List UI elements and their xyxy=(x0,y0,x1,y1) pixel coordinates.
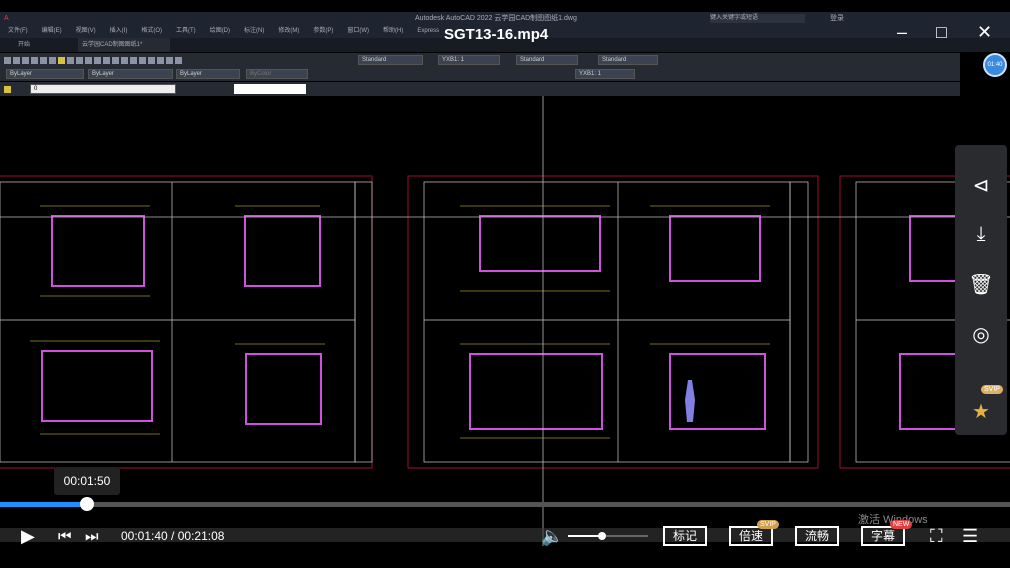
menu-item[interactable]: 工具(T) xyxy=(176,28,196,34)
menu-item[interactable]: 视图(V) xyxy=(76,28,96,34)
menu-item[interactable]: 编辑(E) xyxy=(42,28,62,34)
text-style-select[interactable]: Standard xyxy=(358,55,423,65)
table-style-select[interactable]: Standard xyxy=(598,55,658,65)
tool-icon[interactable] xyxy=(157,56,164,64)
maximize-button[interactable]: □ xyxy=(936,22,947,43)
side-panel: ⊲ ⤓ 🗑 ◎ SVIP ★ xyxy=(955,145,1007,435)
tab-start[interactable]: 开始 xyxy=(18,42,30,48)
menu-item[interactable]: 格式(O) xyxy=(141,28,162,34)
playlist-icon[interactable]: ☰ xyxy=(962,526,978,547)
toolbar-row-2: ByLayer ByLayer ByLayer ByColor YXB1: 1 xyxy=(0,67,960,81)
autocad-title: Autodesk AutoCAD 2022 云学园CAD制图图纸1.dwg xyxy=(415,15,577,22)
layer-select[interactable]: 0 xyxy=(30,84,176,94)
tool-icon[interactable] xyxy=(22,56,29,64)
tool-icon[interactable] xyxy=(58,56,65,64)
video-title: SGT13-16.mp4 xyxy=(444,26,549,43)
tool-icon[interactable] xyxy=(166,56,173,64)
tool-icon[interactable] xyxy=(76,56,83,64)
total-time: 00:21:08 xyxy=(177,529,225,543)
menu-item[interactable]: 修改(M) xyxy=(278,28,299,34)
layer-filter-input[interactable] xyxy=(234,84,306,94)
sheet-2 xyxy=(407,175,819,469)
volume-icon[interactable]: 🔈 xyxy=(541,526,563,547)
menu-item[interactable]: 窗口(W) xyxy=(347,28,369,34)
menu-item[interactable]: 插入(I) xyxy=(110,28,128,34)
time-display: 00:01:40 / 00:21:08 xyxy=(121,529,225,543)
progress-thumb[interactable] xyxy=(80,497,94,511)
speed-svip-badge: SVIP xyxy=(757,520,779,529)
acad-login[interactable]: 登录 xyxy=(830,12,844,25)
tool-icon[interactable] xyxy=(4,56,11,64)
subtitle-new-badge: NEW xyxy=(890,520,913,529)
fullscreen-icon[interactable]: ⛶ xyxy=(930,526,943,547)
menu-item[interactable]: 标注(N) xyxy=(244,28,264,34)
timer-badge: 01:40 xyxy=(983,53,1007,77)
menu-item[interactable]: Express xyxy=(417,28,439,34)
tool-icon[interactable] xyxy=(94,56,101,64)
dim-style-select[interactable]: Standard xyxy=(516,55,578,65)
toolbar-row-3: 0 xyxy=(0,82,960,96)
share-icon[interactable]: ⊲ xyxy=(955,165,1007,205)
menu-item[interactable]: 参数(P) xyxy=(313,28,333,34)
play-button[interactable]: ▶ xyxy=(21,526,35,547)
speed-button[interactable]: 倍速 xyxy=(729,526,774,546)
tool-icon[interactable] xyxy=(13,56,20,64)
tool-icon[interactable] xyxy=(49,56,56,64)
scale-select[interactable]: YXB1: 1 xyxy=(575,69,635,79)
volume-slider[interactable] xyxy=(568,535,648,537)
menu-item[interactable]: 文件(F) xyxy=(8,28,28,34)
pin-icon[interactable]: ★ xyxy=(955,391,1007,431)
target-icon[interactable]: ◎ xyxy=(955,314,1007,354)
tool-icon[interactable] xyxy=(103,56,110,64)
acad-search-input[interactable]: 键入关键字或短语 xyxy=(710,14,805,23)
tool-icon[interactable] xyxy=(67,56,74,64)
minimize-button[interactable]: – xyxy=(897,22,907,43)
download-icon[interactable]: ⤓ xyxy=(955,214,1007,254)
progress-bar[interactable] xyxy=(0,502,1010,507)
layer-icon[interactable] xyxy=(4,85,11,93)
drawing-canvas[interactable] xyxy=(0,96,1010,546)
quality-button[interactable]: 流畅 xyxy=(795,526,840,546)
tool-icon[interactable] xyxy=(130,56,137,64)
linetype-select[interactable]: ByLayer xyxy=(88,69,173,79)
progress-fill xyxy=(0,502,87,507)
previous-button[interactable]: ⏮ xyxy=(58,528,72,545)
tool-icon[interactable] xyxy=(40,56,47,64)
autocad-logo-icon: A xyxy=(4,15,9,22)
tool-icon[interactable] xyxy=(121,56,128,64)
next-button[interactable]: ⏭ xyxy=(85,528,99,545)
tool-icon[interactable] xyxy=(175,56,182,64)
tab-drawing[interactable]: 云学园CAD制图图纸1* xyxy=(78,38,170,52)
menu-item[interactable]: 帮助(H) xyxy=(383,28,403,34)
hover-time-tooltip: 00:01:50 xyxy=(54,467,120,495)
tool-icon[interactable] xyxy=(139,56,146,64)
subtitle-button[interactable]: 字幕 xyxy=(861,526,906,546)
tool-icon[interactable] xyxy=(85,56,92,64)
menu-item[interactable]: 绘图(D) xyxy=(210,28,230,34)
sheet-1 xyxy=(0,175,373,469)
plotstyle-select[interactable]: ByColor xyxy=(246,69,308,79)
autocad-title-bar: A Autodesk AutoCAD 2022 云学园CAD制图图纸1.dwg … xyxy=(0,12,1010,25)
layer-color-select[interactable]: ByLayer xyxy=(6,69,84,79)
volume-thumb[interactable] xyxy=(598,532,606,540)
lineweight-select[interactable]: ByLayer xyxy=(176,69,240,79)
close-button[interactable]: ✕ xyxy=(977,22,992,43)
mark-button[interactable]: 标记 xyxy=(663,526,708,546)
tool-icon[interactable] xyxy=(31,56,38,64)
current-time: 00:01:40 xyxy=(121,529,168,543)
tool-icon[interactable] xyxy=(148,56,155,64)
tool-icon[interactable] xyxy=(112,56,119,64)
delete-icon[interactable]: 🗑 xyxy=(955,264,1007,304)
toolbar-row-1: Standard YXB1: 1 Standard Standard xyxy=(0,53,960,67)
dim-scale-select[interactable]: YXB1: 1 xyxy=(438,55,500,65)
